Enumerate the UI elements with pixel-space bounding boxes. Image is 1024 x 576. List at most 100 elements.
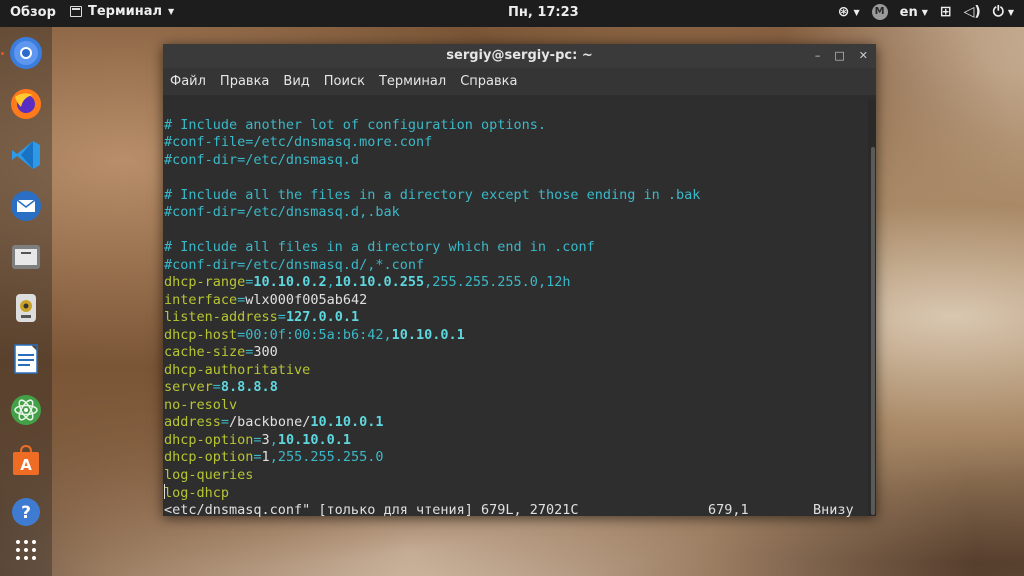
maximize-icon[interactable]: □ xyxy=(834,44,844,68)
scroll-thumb[interactable] xyxy=(871,147,875,515)
code-token: dhcp-range xyxy=(164,274,246,290)
language-menu[interactable]: en ▼ xyxy=(900,5,928,20)
scrollbar[interactable] xyxy=(868,99,876,516)
files-icon[interactable] xyxy=(8,239,44,275)
software-center-icon[interactable]: A xyxy=(8,443,44,479)
status-scroll-position: Внизу xyxy=(813,501,854,518)
terminal-line: listen-address=127.0.0.1 xyxy=(164,309,868,327)
terminal-line: # Include all files in a directory which… xyxy=(164,239,868,257)
help-icon[interactable]: ? xyxy=(8,494,44,530)
status-cursor-position: 679,1 xyxy=(708,501,749,518)
code-token: 12h xyxy=(546,274,571,290)
terminal-line: dhcp-option=3,10.10.0.1 xyxy=(164,432,868,450)
terminal-window: sergiy@sergiy-pc: ~ – □ ✕ Файл Правка Вид П… xyxy=(163,44,876,518)
firefox-icon[interactable] xyxy=(8,86,44,122)
minimize-icon[interactable]: – xyxy=(815,44,821,68)
running-indicator xyxy=(1,52,4,55)
power-menu[interactable]: ⏻ ▼ xyxy=(993,4,1014,20)
menu-item[interactable]: Поиск xyxy=(317,74,372,89)
menu-item[interactable]: Правка xyxy=(213,74,276,89)
code-token: 8.8.8.8 xyxy=(220,379,278,395)
chromium-icon[interactable] xyxy=(8,35,44,71)
vim-status-line: <etc/dnsmasq.conf" [только для чтения] 6… xyxy=(164,502,868,520)
chevron-down-icon: ▼ xyxy=(853,7,860,17)
status-file-info: <etc/dnsmasq.conf" [только для чтения] 6… xyxy=(164,501,579,518)
code-token: address xyxy=(164,414,221,430)
menu-bar: Файл Правка Вид Поиск Терминал Справка xyxy=(163,68,876,95)
comment-text: #conf-dir=/etc/dnsmasq.d xyxy=(164,151,360,168)
clock[interactable]: Пн, 17:23 xyxy=(508,5,579,20)
terminal-line: cache-size=300 xyxy=(164,344,868,362)
terminal-line: dhcp-range=10.10.0.2,10.10.0.255,255.255… xyxy=(164,274,868,292)
comment-text: # Include all the files in a directory e… xyxy=(164,186,701,203)
system-tray: ⊛ ▼ M en ▼ ⊞ ◁) ⏻ ▼ xyxy=(838,4,1014,20)
terminal-line: dhcp-authoritative xyxy=(164,362,868,380)
code-token: 10.10.0.1 xyxy=(391,326,465,343)
accessibility-menu[interactable]: ⊛ ▼ xyxy=(838,4,860,20)
writer-icon[interactable] xyxy=(8,341,44,377)
code-token: , xyxy=(326,274,335,290)
terminal-line: no-resolv xyxy=(164,397,868,415)
vscode-icon[interactable] xyxy=(8,137,44,173)
terminal-line: address=/backbone/10.10.0.1 xyxy=(164,414,868,432)
terminal-line: #conf-dir=/etc/dnsmasq.d/,*.conf xyxy=(164,257,868,275)
terminal-app-icon xyxy=(70,6,82,17)
code-token: 300 xyxy=(253,344,278,360)
chevron-down-icon: ▼ xyxy=(921,7,928,17)
atom-icon[interactable] xyxy=(8,392,44,428)
code-token: = xyxy=(253,431,262,448)
app-menu-button[interactable]: Терминал ▼ xyxy=(70,4,174,19)
terminal-content[interactable]: # Include another lot of configuration o… xyxy=(163,99,868,518)
code-token: , xyxy=(269,449,278,465)
terminal-line: dhcp-host=00:0f:00:5a:b6:42,10.10.0.1 xyxy=(164,327,868,345)
chevron-down-icon: ▼ xyxy=(168,7,175,16)
code-token: cache-size xyxy=(164,344,246,360)
code-token: 255.255.255.0 xyxy=(277,449,384,465)
menu-item[interactable]: Справка xyxy=(453,74,524,89)
volume-icon[interactable]: ◁) xyxy=(964,4,981,20)
window-title: sergiy@sergiy-pc: ~ xyxy=(446,48,593,63)
code-token: 255.255.255.0 xyxy=(432,274,538,290)
comment-text: #conf-dir=/etc/dnsmasq.d,.bak xyxy=(164,204,400,220)
comment-text: #conf-dir=/etc/dnsmasq.d/,*.conf xyxy=(164,256,425,273)
svg-text:?: ? xyxy=(21,503,31,523)
code-token: /backbone/ xyxy=(229,414,311,430)
sound-icon[interactable] xyxy=(8,290,44,326)
language-label: en xyxy=(899,4,918,20)
terminal-line: dhcp-option=1,255.255.255.0 xyxy=(164,449,868,467)
avatar[interactable]: M xyxy=(871,4,888,20)
terminal-line: # Include another lot of configuration o… xyxy=(164,117,868,135)
terminal-line: # Include all the files in a directory e… xyxy=(164,187,868,205)
code-token: = xyxy=(220,414,230,430)
comment-text: # Include all files in a directory which… xyxy=(164,239,595,255)
code-token: , xyxy=(537,274,547,290)
menu-item[interactable]: Терминал xyxy=(372,74,453,89)
code-token: 10.10.0.2 xyxy=(253,274,327,290)
code-token: 10.10.0.1 xyxy=(310,414,384,430)
code-token: , xyxy=(383,326,392,343)
mail-icon[interactable] xyxy=(8,188,44,224)
comment-text: # Include another lot of configuration o… xyxy=(164,116,547,133)
accessibility-icon: ⊛ xyxy=(837,4,850,20)
code-token: dhcp-authoritative xyxy=(164,361,311,378)
menu-item[interactable]: Вид xyxy=(276,74,316,89)
menu-item[interactable]: Файл xyxy=(163,74,213,89)
code-token: dhcp-host xyxy=(164,326,238,343)
apps-grid-icon[interactable] xyxy=(8,532,44,568)
code-token: listen-address xyxy=(164,309,278,325)
code-token: no-resolv xyxy=(164,396,238,413)
code-token: wlx000f005ab642 xyxy=(245,291,368,308)
power-icon: ⏻ xyxy=(992,4,1004,20)
code-token: = xyxy=(277,309,286,325)
network-icon[interactable]: ⊞ xyxy=(940,4,952,20)
code-token: 1 xyxy=(261,449,270,465)
code-token: 3 xyxy=(261,431,270,448)
terminal-line: server=8.8.8.8 xyxy=(164,379,868,397)
terminal-line: #conf-file=/etc/dnsmasq.more.conf xyxy=(164,134,868,152)
window-titlebar[interactable]: sergiy@sergiy-pc: ~ – □ ✕ xyxy=(163,44,876,68)
code-token: log-queries xyxy=(164,466,254,483)
activities-button[interactable]: Обзор xyxy=(10,5,56,20)
dock: A ? xyxy=(0,27,52,576)
close-icon[interactable]: ✕ xyxy=(859,44,868,68)
